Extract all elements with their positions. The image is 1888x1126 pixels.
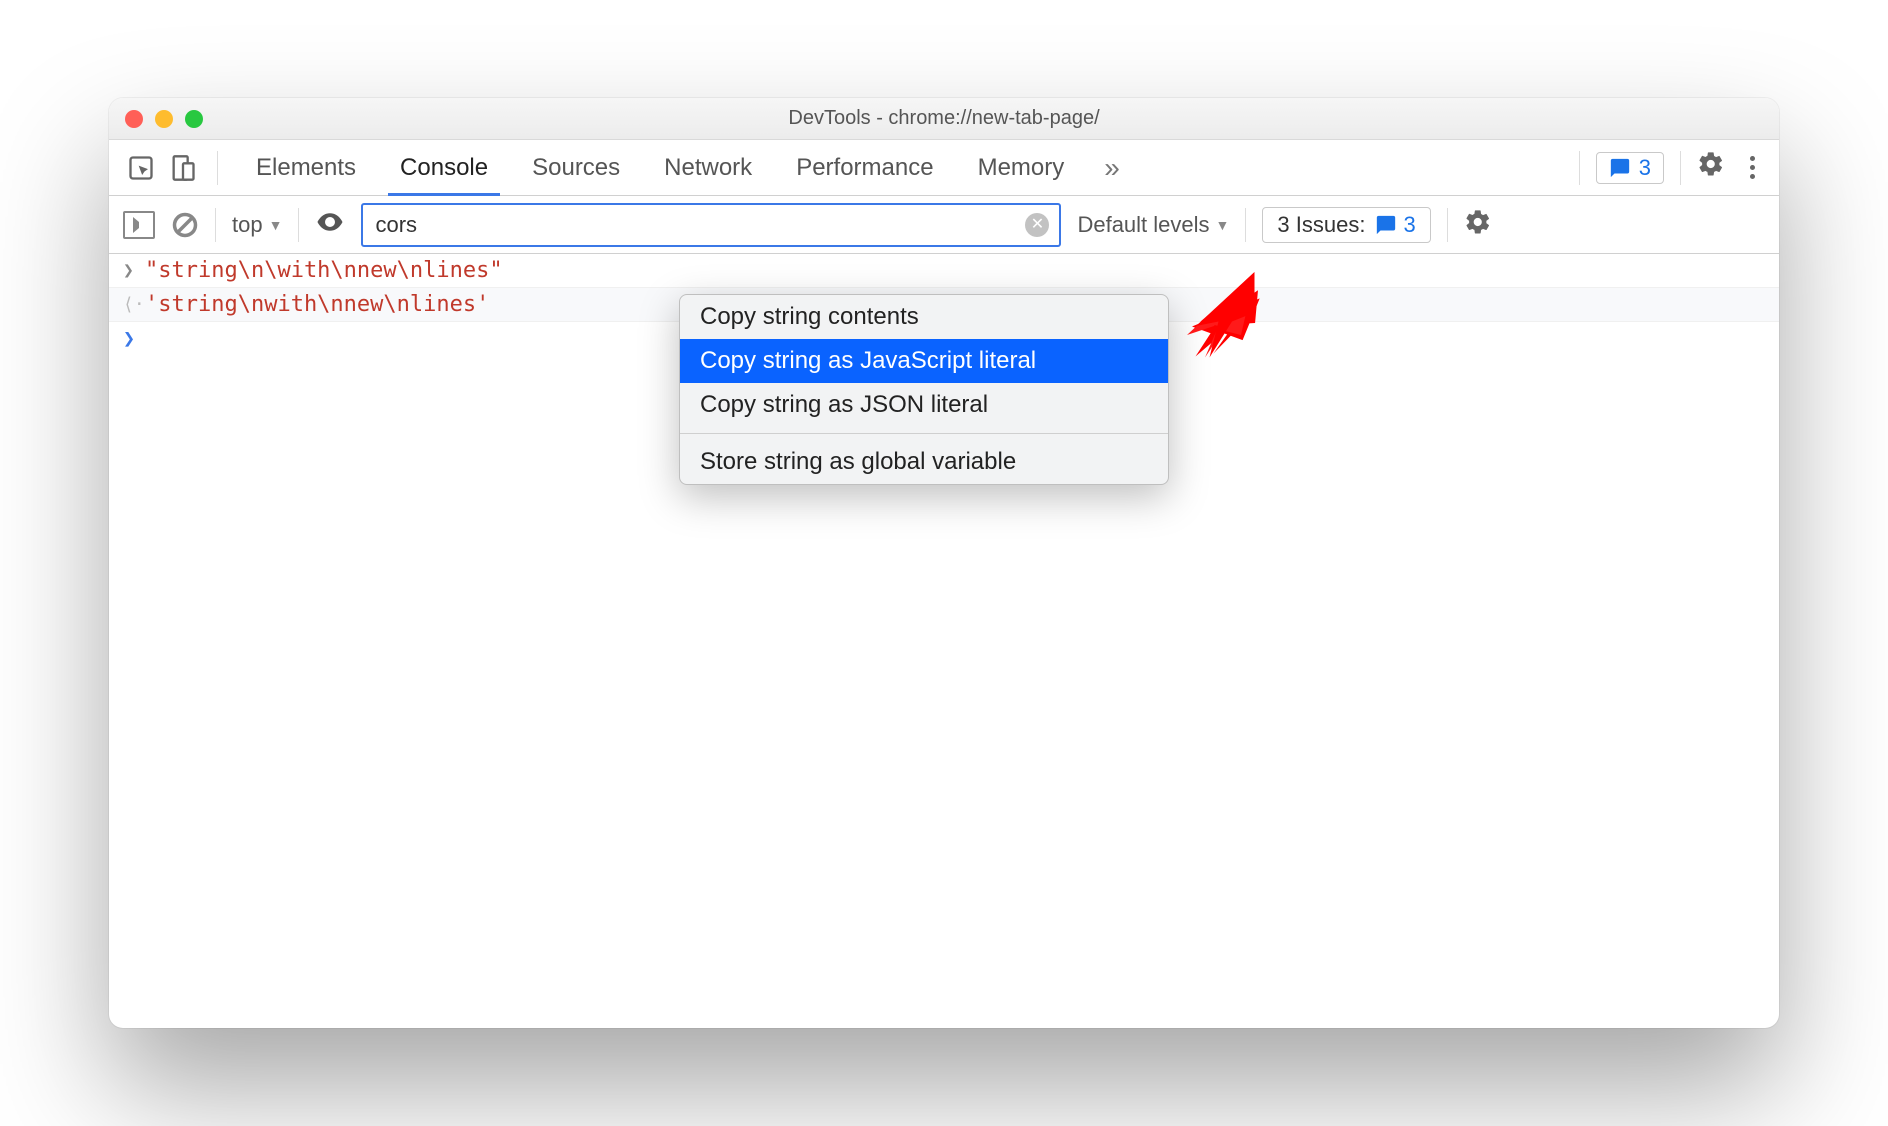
clear-console-icon[interactable] — [171, 211, 199, 239]
window-title: DevTools - chrome://new-tab-page/ — [109, 107, 1779, 130]
messages-badge[interactable]: 3 — [1596, 152, 1664, 184]
chevron-down-icon: ▼ — [269, 217, 283, 233]
live-expression-icon[interactable] — [315, 207, 345, 243]
toggle-drawer-icon[interactable] — [123, 211, 155, 239]
tab-network[interactable]: Network — [642, 140, 774, 195]
console-body: ❯ "string\n\with\nnew\nlines" ⟨· 'string… — [109, 254, 1779, 1028]
context-menu: Copy string contents Copy string as Java… — [679, 294, 1169, 485]
settings-icon[interactable] — [1697, 150, 1725, 185]
inspect-element-icon[interactable] — [123, 150, 159, 186]
device-toolbar-icon[interactable] — [165, 150, 201, 186]
kebab-menu-icon[interactable] — [1739, 156, 1765, 179]
menu-store-global[interactable]: Store string as global variable — [680, 440, 1168, 484]
console-toolbar: top ▼ ✕ Default levels ▼ 3 Issues: 3 — [109, 196, 1779, 254]
menu-divider — [680, 433, 1168, 434]
clear-filter-icon[interactable]: ✕ — [1025, 213, 1049, 237]
console-input-row[interactable]: ❯ "string\n\with\nnew\nlines" — [109, 254, 1779, 288]
log-levels-selector[interactable]: Default levels ▼ — [1077, 212, 1229, 238]
tab-performance[interactable]: Performance — [774, 140, 955, 195]
context-selector-label: top — [232, 212, 263, 238]
console-settings-icon[interactable] — [1464, 208, 1492, 242]
tab-sources[interactable]: Sources — [510, 140, 642, 195]
console-input-text: "string\n\with\nnew\nlines" — [145, 258, 503, 283]
menu-copy-json-literal[interactable]: Copy string as JSON literal — [680, 383, 1168, 427]
titlebar: DevTools - chrome://new-tab-page/ — [109, 98, 1779, 140]
devtools-window: DevTools - chrome://new-tab-page/ Elemen… — [109, 98, 1779, 1028]
more-tabs-icon[interactable]: » — [1092, 152, 1132, 184]
issues-count: 3 — [1403, 212, 1415, 238]
main-tabbar: Elements Console Sources Network Perform… — [109, 140, 1779, 196]
menu-copy-js-literal[interactable]: Copy string as JavaScript literal — [680, 339, 1168, 383]
console-output-text: 'string\nwith\nnew\nlines' — [145, 292, 489, 317]
log-levels-label: Default levels — [1077, 212, 1209, 238]
issues-label: 3 Issues: — [1277, 212, 1365, 238]
tab-memory[interactable]: Memory — [956, 140, 1087, 195]
tab-console[interactable]: Console — [378, 140, 510, 195]
panel-tabs: Elements Console Sources Network Perform… — [234, 140, 1086, 195]
context-selector[interactable]: top ▼ — [232, 212, 282, 238]
input-chevron-icon: ❯ — [123, 260, 145, 281]
messages-count: 3 — [1639, 155, 1651, 181]
tab-elements[interactable]: Elements — [234, 140, 378, 195]
filter-input-wrapper: ✕ — [361, 203, 1061, 247]
chevron-down-icon: ▼ — [1216, 217, 1230, 233]
prompt-chevron-icon: ❯ — [123, 326, 145, 350]
menu-copy-contents[interactable]: Copy string contents — [680, 295, 1168, 339]
filter-input[interactable] — [373, 211, 1025, 239]
issues-button[interactable]: 3 Issues: 3 — [1262, 207, 1430, 243]
output-chevron-icon: ⟨· — [123, 294, 145, 315]
